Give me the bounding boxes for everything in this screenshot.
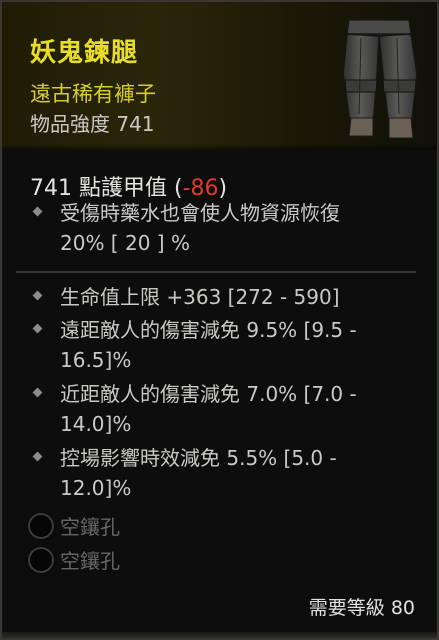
section-divider (16, 271, 416, 273)
implicit-line-2: 20% [ 20 ] % (60, 231, 190, 255)
affix-line: 近距敵人的傷害減免 7.0% [7.0 - (60, 382, 357, 406)
socket-icon (28, 513, 54, 539)
tooltip-bottom-edge (2, 632, 437, 638)
affix-line: 14.0]% (60, 412, 132, 436)
affix-line: 控場影響時效減免 5.5% [5.0 - (60, 446, 337, 470)
item-name: 妖鬼鍊腿 (30, 38, 139, 68)
diamond-bullet-icon (32, 206, 43, 217)
socket-label: 空鑲孔 (60, 515, 120, 539)
item-tooltip: 妖鬼鍊腿 遠古稀有褲子 物品強度 741 741 點護甲值 (-86) 受傷時藥… (0, 0, 439, 640)
diamond-bullet-icon (32, 323, 43, 334)
socket-label: 空鑲孔 (60, 549, 120, 573)
diamond-bullet-icon (32, 387, 43, 398)
affix-line: 生命值上限 +363 [272 - 590] (60, 285, 340, 309)
diamond-bullet-icon (32, 451, 43, 462)
socket-icon (28, 547, 54, 573)
required-level: 需要等級 80 (308, 597, 415, 619)
item-power: 物品強度 741 (30, 112, 155, 136)
affix-line: 12.0]% (60, 476, 132, 500)
diamond-bullet-icon (32, 290, 43, 301)
tooltip-header: 妖鬼鍊腿 遠古稀有褲子 物品強度 741 (2, 2, 437, 150)
pants-item-icon (342, 19, 418, 139)
item-type: 遠古稀有褲子 (30, 82, 156, 106)
affix-line: 遠距敵人的傷害減免 9.5% [9.5 - (60, 318, 357, 342)
implicit-line-1: 受傷時藥水也會使人物資源恢復 (60, 201, 340, 225)
affix-line: 16.5]% (60, 348, 132, 372)
